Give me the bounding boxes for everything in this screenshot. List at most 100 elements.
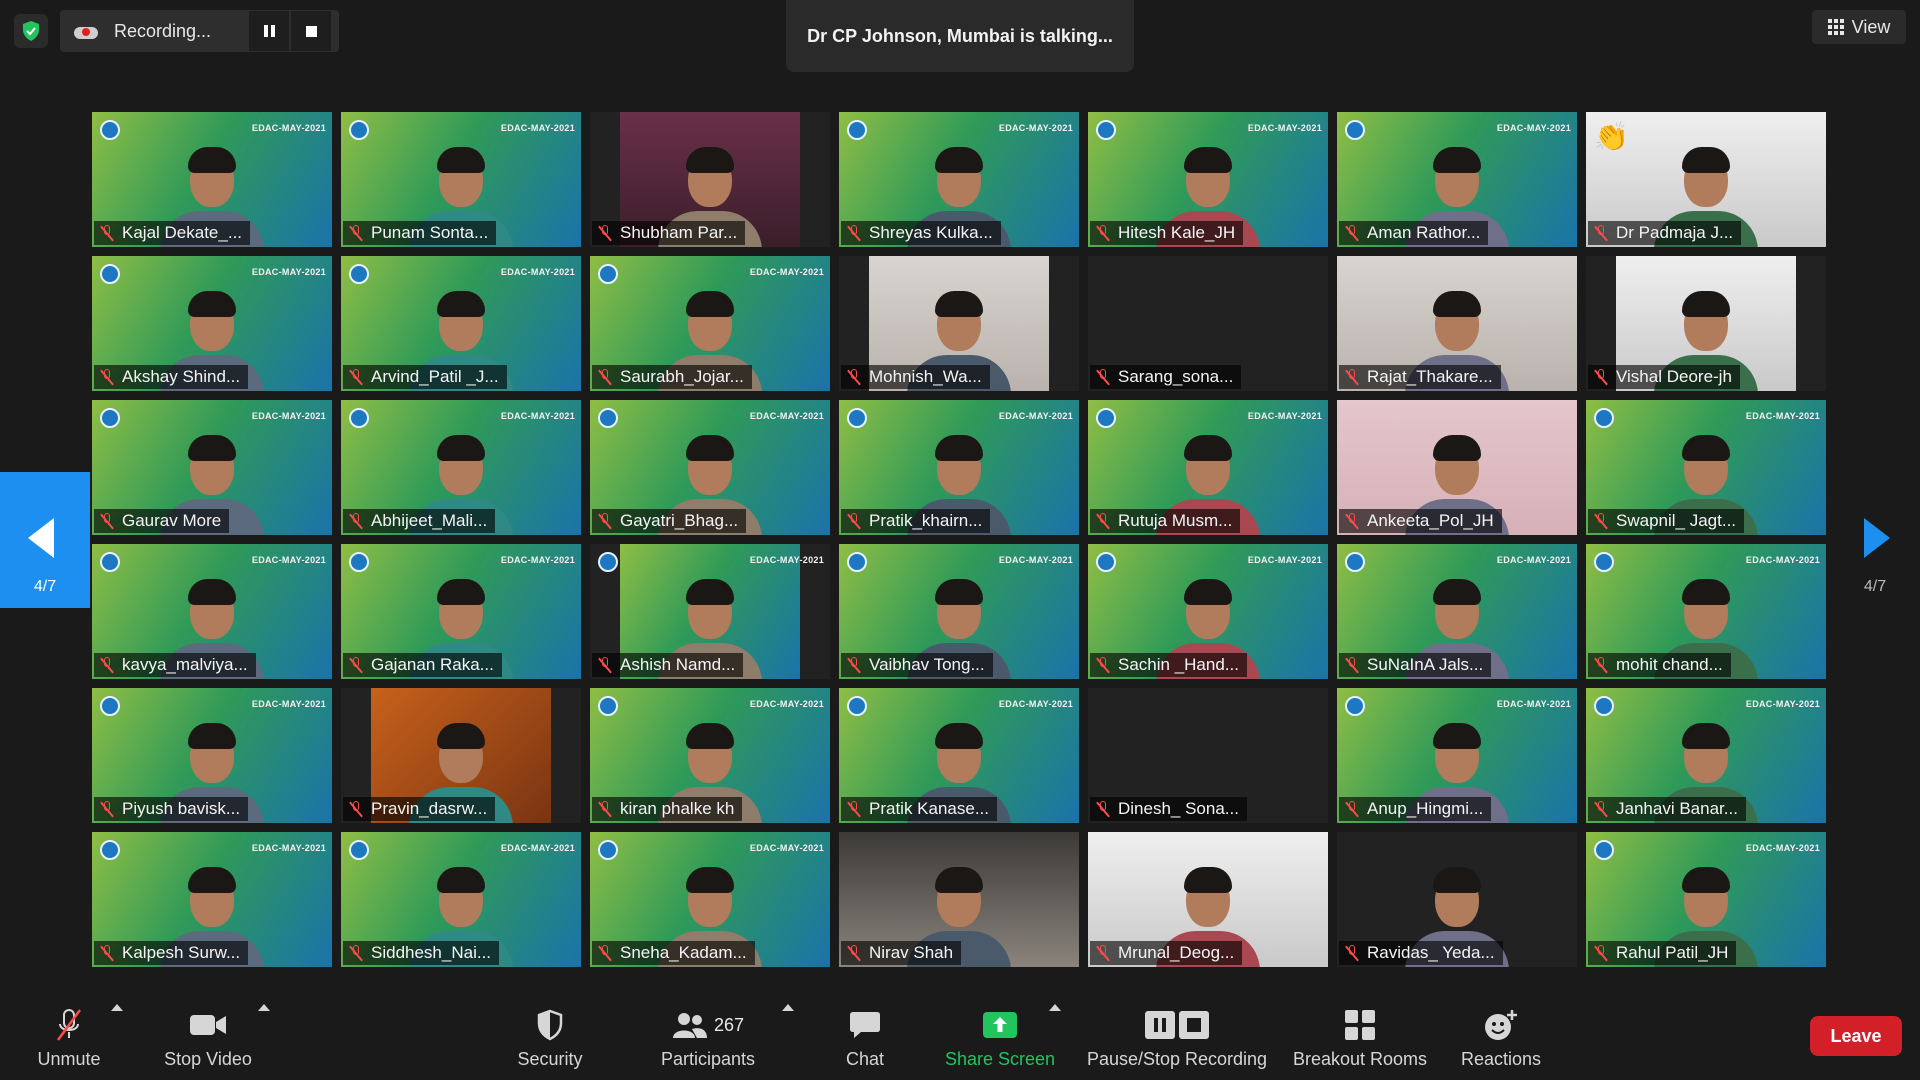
participant-video-tile[interactable]: EDAC-MAY-2021 Akshay Shind... [92, 256, 332, 391]
participant-name: Mrunal_Deog... [1118, 943, 1235, 962]
reactions-button[interactable]: Reactions [1458, 992, 1544, 1080]
view-button[interactable]: View [1812, 10, 1906, 44]
stop-recording-button[interactable] [291, 11, 332, 51]
participant-video-tile[interactable]: Pravin_dasrw... [341, 688, 581, 823]
participant-name: Rahul Patil_JH [1616, 943, 1729, 962]
participant-nameplate: Hitesh Kale_JH [1090, 221, 1244, 245]
participant-video-tile[interactable]: EDAC-MAY-2021 Aman Rathor... [1337, 112, 1577, 247]
participant-video-tile[interactable]: EDAC-MAY-2021 Shreyas Kulka... [839, 112, 1079, 247]
participant-video-tile[interactable]: EDAC-MAY-2021 SuNaInA Jals... [1337, 544, 1577, 679]
microphone-muted-icon [1096, 801, 1110, 817]
participants-button[interactable]: 267 Participants [654, 992, 762, 1080]
microphone-muted-icon [1594, 945, 1608, 961]
pause-stop-recording-button[interactable]: Pause/Stop Recording [1084, 992, 1270, 1080]
participant-video-tile[interactable]: Vishal Deore-jh [1586, 256, 1826, 391]
participant-video-tile[interactable]: EDAC-MAY-2021 Abhijeet_Mali... [341, 400, 581, 535]
leave-button[interactable]: Leave [1810, 1016, 1902, 1056]
participant-nameplate: Pratik_khairn... [841, 509, 991, 533]
security-label: Security [517, 1049, 583, 1069]
security-shield-icon[interactable] [14, 14, 48, 48]
participant-video-tile[interactable]: Ravidas_ Yeda... [1337, 832, 1577, 967]
participant-video-tile[interactable]: EDAC-MAY-2021 mohit chand... [1586, 544, 1826, 679]
microphone-muted-icon [1345, 225, 1359, 241]
virtual-background-banner: EDAC-MAY-2021 [749, 699, 824, 709]
participant-nameplate: Sachin _Hand... [1090, 653, 1247, 677]
participant-name: Vishal Deore-jh [1616, 367, 1732, 386]
participant-video-tile[interactable]: EDAC-MAY-2021 Piyush bavisk... [92, 688, 332, 823]
participant-video-tile[interactable]: Mohnish_Wa... [839, 256, 1079, 391]
participant-video-tile[interactable]: EDAC-MAY-2021 Kajal Dekate_... [92, 112, 332, 247]
participant-video-tile[interactable]: EDAC-MAY-2021 Hitesh Kale_JH [1088, 112, 1328, 247]
participant-nameplate: Sarang_sona... [1090, 365, 1242, 389]
participant-video-tile[interactable]: EDAC-MAY-2021 Gaurav More [92, 400, 332, 535]
participant-name: Sarang_sona... [1118, 367, 1234, 386]
cdac-logo-icon [100, 696, 120, 716]
virtual-background-banner: EDAC-MAY-2021 [1247, 123, 1322, 133]
participant-video-tile[interactable]: EDAC-MAY-2021 Saurabh_Jojar... [590, 256, 830, 391]
microphone-muted-icon [349, 369, 363, 385]
microphone-muted-icon [100, 657, 114, 673]
share-options-chevron-icon[interactable] [1049, 1004, 1061, 1011]
participant-video-tile[interactable]: EDAC-MAY-2021 Sneha_Kadam... [590, 832, 830, 967]
video-options-chevron-icon[interactable] [258, 1004, 270, 1011]
participant-nameplate: Pratik Kanase... [841, 797, 998, 821]
participant-name: Nirav Shah [869, 943, 954, 962]
participant-video-tile[interactable]: Dinesh_ Sona... [1088, 688, 1328, 823]
participant-video-tile[interactable]: EDAC-MAY-2021 Vaibhav Tong... [839, 544, 1079, 679]
breakout-rooms-button[interactable]: Breakout Rooms [1290, 992, 1430, 1080]
participant-video-tile[interactable]: EDAC-MAY-2021 Arvind_Patil _J... [341, 256, 581, 391]
microphone-muted-icon [1594, 657, 1608, 673]
stop-video-button[interactable]: Stop Video [160, 992, 256, 1080]
participant-name: Kajal Dekate_... [122, 223, 243, 242]
microphone-muted-icon [1345, 513, 1359, 529]
participant-video-tile[interactable]: 👏 Dr Padmaja J... [1586, 112, 1826, 247]
participant-nameplate: Punam Sonta... [343, 221, 497, 245]
participants-options-chevron-icon[interactable] [782, 1004, 794, 1011]
security-button[interactable]: Security [512, 992, 588, 1080]
participant-video-tile[interactable]: Sarang_sona... [1088, 256, 1328, 391]
participant-nameplate: Rajat_Thakare... [1339, 365, 1501, 389]
participant-nameplate: Mohnish_Wa... [841, 365, 990, 389]
participant-video-tile[interactable]: EDAC-MAY-2021 Kalpesh Surw... [92, 832, 332, 967]
participant-video-tile[interactable]: EDAC-MAY-2021 Anup_Hingmi... [1337, 688, 1577, 823]
participant-video-tile[interactable]: Shubham Par... [590, 112, 830, 247]
participant-video-tile[interactable]: Rajat_Thakare... [1337, 256, 1577, 391]
participant-video-tile[interactable]: EDAC-MAY-2021 Sachin _Hand... [1088, 544, 1328, 679]
next-page-button[interactable]: 4/7 [1830, 472, 1920, 608]
participant-video-tile[interactable]: EDAC-MAY-2021 Ashish Namd... [590, 544, 830, 679]
previous-page-button[interactable]: 4/7 [0, 472, 90, 608]
participant-nameplate: Anup_Hingmi... [1339, 797, 1492, 821]
chat-button[interactable]: Chat [840, 992, 890, 1080]
participant-video-tile[interactable]: EDAC-MAY-2021 Pratik_khairn... [839, 400, 1079, 535]
participant-video-tile[interactable]: EDAC-MAY-2021 Swapnil_ Jagt... [1586, 400, 1826, 535]
share-screen-button[interactable]: Share Screen [942, 992, 1058, 1080]
participant-name: Punam Sonta... [371, 223, 489, 242]
participant-video-tile[interactable]: EDAC-MAY-2021 Rutuja Musm... [1088, 400, 1328, 535]
participant-video-tile[interactable]: EDAC-MAY-2021 Gayatri_Bhag... [590, 400, 830, 535]
audio-options-chevron-icon[interactable] [111, 1004, 123, 1011]
microphone-muted-icon [847, 513, 861, 529]
pause-recording-button[interactable] [249, 11, 290, 51]
participant-video-tile[interactable]: EDAC-MAY-2021 kavya_malviya... [92, 544, 332, 679]
unmute-button[interactable]: Unmute [28, 992, 110, 1080]
participant-video-tile[interactable]: EDAC-MAY-2021 Rahul Patil_JH [1586, 832, 1826, 967]
microphone-muted-icon [1345, 801, 1359, 817]
participant-video-tile[interactable]: EDAC-MAY-2021 Pratik Kanase... [839, 688, 1079, 823]
participant-name: Gayatri_Bhag... [620, 511, 739, 530]
pause-icon [263, 25, 275, 37]
participant-name: Pratik_khairn... [869, 511, 983, 530]
participant-video-tile[interactable]: Nirav Shah [839, 832, 1079, 967]
participant-video-tile[interactable]: EDAC-MAY-2021 Gajanan Raka... [341, 544, 581, 679]
participant-nameplate: Ashish Namd... [592, 653, 744, 677]
cdac-logo-icon [349, 840, 369, 860]
participant-video-tile[interactable]: EDAC-MAY-2021 Punam Sonta... [341, 112, 581, 247]
virtual-background-banner: EDAC-MAY-2021 [251, 555, 326, 565]
participant-name: Gajanan Raka... [371, 655, 494, 674]
participant-nameplate: Janhavi Banar... [1588, 797, 1746, 821]
virtual-background-banner: EDAC-MAY-2021 [251, 411, 326, 421]
participant-video-tile[interactable]: Mrunal_Deog... [1088, 832, 1328, 967]
participant-video-tile[interactable]: EDAC-MAY-2021 Janhavi Banar... [1586, 688, 1826, 823]
participant-video-tile[interactable]: Ankeeta_Pol_JH [1337, 400, 1577, 535]
participant-video-tile[interactable]: EDAC-MAY-2021 Siddhesh_Nai... [341, 832, 581, 967]
participant-video-tile[interactable]: EDAC-MAY-2021 kiran phalke kh [590, 688, 830, 823]
